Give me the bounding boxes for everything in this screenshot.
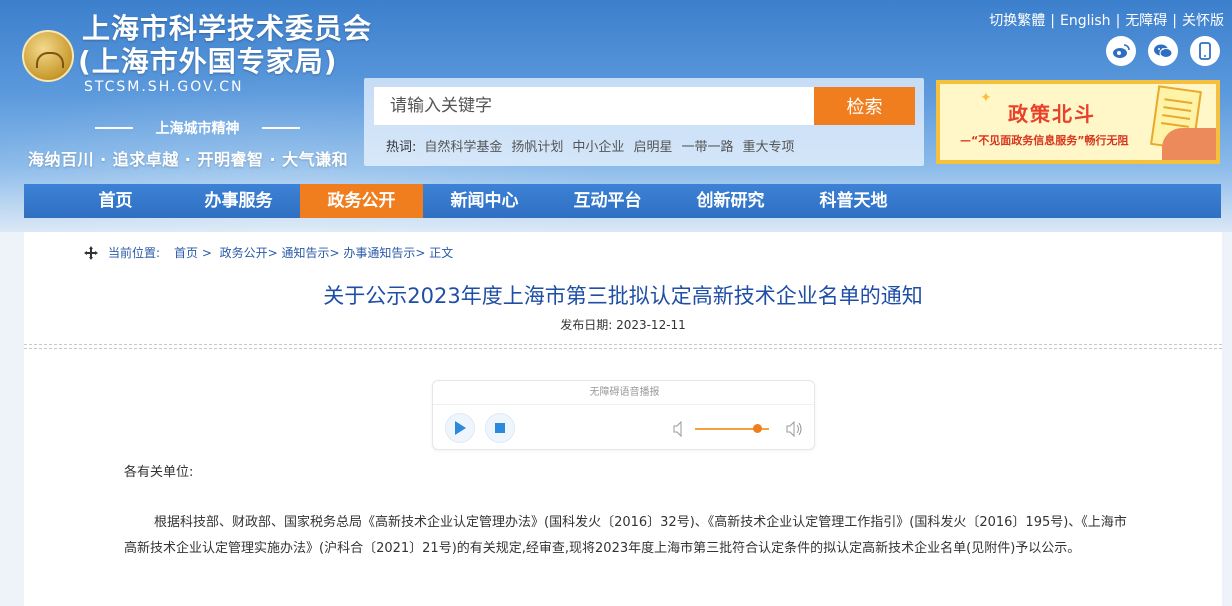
nav-item-science-popularization[interactable]: 科普天地	[792, 184, 915, 218]
city-spirit-label: 上海城市精神	[95, 118, 300, 138]
search-button[interactable]: 检索	[814, 87, 915, 125]
article-content: 当前位置: 首页 > 政务公开 > 通知告示 > 办事通知告示 > 正文 关于公示20…	[24, 232, 1222, 606]
divider	[24, 344, 1222, 345]
breadcrumb-home[interactable]: 首页	[174, 244, 198, 261]
hot-word-link[interactable]: 一带一路	[681, 140, 733, 155]
top-links: 切换繁體 | English | 无障碍 | 关怀版	[989, 13, 1224, 29]
social-icons	[1106, 36, 1220, 66]
breadcrumb-government-affairs[interactable]: 政务公开	[220, 244, 268, 261]
hot-word-link[interactable]: 重大专项	[742, 140, 794, 155]
traditional-chinese-link[interactable]: 切换繁體	[989, 13, 1045, 29]
hand-illustration	[1162, 128, 1216, 160]
wechat-icon[interactable]	[1148, 36, 1178, 66]
article-body: 根据科技部、财政部、国家税务总局《高新技术企业认定管理办法》(国科发火〔2016…	[124, 515, 1127, 556]
weibo-icon[interactable]	[1106, 36, 1136, 66]
location-icon	[84, 245, 98, 260]
nav-item-interaction[interactable]: 互动平台	[546, 184, 669, 218]
play-icon	[455, 421, 466, 435]
nav-item-research[interactable]: 创新研究	[669, 184, 792, 218]
hot-word-link[interactable]: 自然科学基金	[424, 140, 502, 155]
breadcrumb-current: 正文	[429, 246, 454, 260]
search-input[interactable]	[374, 87, 814, 125]
accessibility-link[interactable]: 无障碍	[1125, 13, 1167, 29]
divider	[24, 348, 1222, 349]
policy-banner[interactable]: ✦ 政策北斗 —“不见面政务信息服务”畅行无阻	[936, 80, 1220, 164]
breadcrumb-service-notices[interactable]: 办事通知告示	[343, 244, 415, 261]
elderly-mode-link[interactable]: 关怀版	[1182, 13, 1224, 29]
nav-item-services[interactable]: 办事服务	[177, 184, 300, 218]
volume-low-icon[interactable]	[673, 421, 687, 437]
breadcrumb: 当前位置: 首页 > 政务公开 > 通知告示 > 办事通知告示 > 正文	[84, 244, 453, 261]
publish-date-label: 发布日期:	[560, 318, 613, 332]
sparkle-icon: ✦	[980, 90, 992, 106]
english-link[interactable]: English	[1060, 13, 1111, 29]
breadcrumb-label: 当前位置:	[108, 246, 161, 260]
site-title[interactable]: 上海市科学技术委员会	[82, 12, 372, 45]
play-button[interactable]	[445, 413, 475, 443]
search-panel: 检索 热词: 自然科学基金扬帆计划中小企业启明星一带一路重大专项	[364, 78, 924, 166]
hot-words-label: 热词:	[386, 140, 417, 155]
site-subtitle: (上海市外国专家局)	[78, 45, 338, 78]
publish-date: 发布日期: 2023-12-11	[24, 316, 1222, 333]
stop-icon	[495, 423, 505, 433]
hot-words: 热词: 自然科学基金 扬帆计划 中小企业 启明星 一带一路 重大专项	[386, 136, 803, 155]
article-greeting: 各有关单位:	[124, 465, 194, 480]
hot-word-link[interactable]: 扬帆计划	[511, 140, 563, 155]
publish-date-value: 2023-12-11	[616, 318, 686, 332]
nav-item-home[interactable]: 首页	[54, 184, 177, 218]
breadcrumb-notices[interactable]: 通知告示	[281, 244, 329, 261]
site-domain: STCSM.SH.GOV.CN	[84, 79, 244, 95]
article-title: 关于公示2023年度上海市第三批拟认定高新技术企业名单的通知	[323, 284, 923, 308]
logo-emblem-icon[interactable]	[22, 30, 74, 82]
banner-subtitle: —“不见面政务信息服务”畅行无阻	[960, 134, 1129, 147]
hot-word-link[interactable]: 启明星	[633, 140, 672, 155]
city-spirit-slogan: 海纳百川 · 追求卓越 · 开明睿智 · 大气谦和	[28, 150, 349, 169]
main-nav: 首页 办事服务 政务公开 新闻中心 互动平台 创新研究 科普天地	[24, 184, 1221, 218]
hot-word-link[interactable]: 中小企业	[572, 140, 624, 155]
volume-slider-handle[interactable]	[753, 424, 762, 433]
audio-player-title: 无障碍语音播报	[433, 381, 816, 405]
audio-player: 无障碍语音播报	[432, 380, 816, 450]
stop-button[interactable]	[485, 413, 515, 443]
nav-item-news[interactable]: 新闻中心	[423, 184, 546, 218]
volume-high-icon[interactable]	[786, 421, 804, 437]
banner-title: 政策北斗	[1008, 102, 1096, 126]
mobile-icon[interactable]	[1190, 36, 1220, 66]
nav-item-government-affairs[interactable]: 政务公开	[300, 184, 423, 218]
